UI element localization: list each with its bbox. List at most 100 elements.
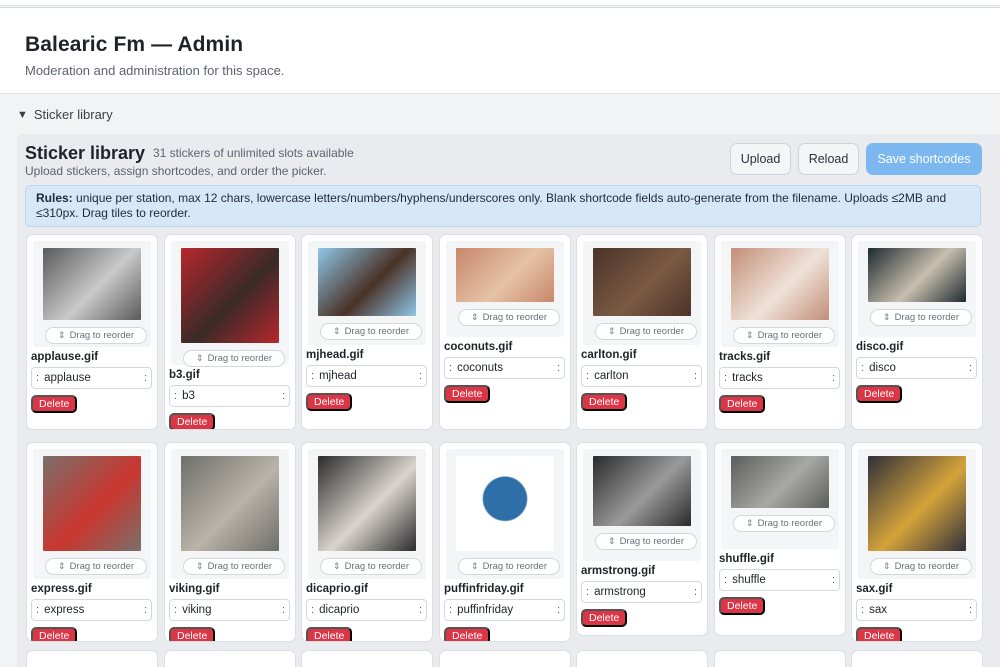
shortcode-input[interactable]: : applause: <box>31 367 152 389</box>
drag-handle[interactable]: ⇕ Drag to reorder <box>320 558 422 575</box>
sticker-card[interactable]: ⇕ Drag to reorder mjhead.gif: mjhead: Delete <box>301 234 433 430</box>
drag-handle[interactable]: ⇕ Drag to reorder <box>320 323 422 340</box>
delete-button[interactable]: Delete <box>581 393 628 411</box>
sticker-card[interactable] <box>851 650 983 667</box>
rules-text: unique per station, max 12 chars, lowerc… <box>36 191 947 220</box>
shortcode-value: viking <box>182 604 212 616</box>
sticker-library-toggle[interactable]: ▼ Sticker library <box>17 107 113 122</box>
drag-handle[interactable]: ⇕ Drag to reorder <box>733 327 835 344</box>
shortcode-suffix-colon: : <box>418 604 422 616</box>
page-header: Balearic Fm — Admin Moderation and admin… <box>0 8 1000 94</box>
sticker-card[interactable]: ⇕ Drag to reorder applause.gif: applause: De… <box>26 234 158 430</box>
drag-handle-label: Drag to reorder <box>619 536 684 547</box>
shortcode-suffix-colon: : <box>418 370 422 382</box>
shortcode-input[interactable]: : puffinfriday: <box>444 599 565 621</box>
drag-handle[interactable]: ⇕ Drag to reorder <box>45 327 147 344</box>
shortcode-input[interactable]: : carlton: <box>581 365 702 387</box>
sticker-card[interactable] <box>164 650 296 667</box>
shortcode-input[interactable]: : mjhead: <box>306 365 427 387</box>
sticker-filename: shuffle.gif <box>719 553 774 565</box>
shortcode-suffix-colon: : <box>143 372 147 384</box>
drag-handle[interactable]: ⇕ Drag to reorder <box>458 309 560 326</box>
delete-button[interactable]: Delete <box>444 627 491 641</box>
shortcode-suffix-colon: : <box>693 370 697 382</box>
sticker-image <box>318 456 416 551</box>
drag-handle[interactable]: ⇕ Drag to reorder <box>870 558 972 575</box>
sticker-filename: puffinfriday.gif <box>444 583 524 595</box>
shortcode-value: shuffle <box>732 574 766 586</box>
sticker-card[interactable] <box>26 650 158 667</box>
delete-button[interactable]: Delete <box>719 395 766 413</box>
shortcode-value: sax <box>869 604 887 616</box>
sticker-card[interactable] <box>576 650 708 667</box>
delete-button[interactable]: Delete <box>169 413 216 429</box>
delete-button[interactable]: Delete <box>306 393 353 411</box>
shortcode-prefix-colon: : <box>36 372 40 384</box>
drag-handle-label: Drag to reorder <box>69 330 134 341</box>
drag-handle[interactable]: ⇕ Drag to reorder <box>595 323 697 340</box>
drag-handle-label: Drag to reorder <box>619 326 684 337</box>
sticker-image <box>593 248 691 316</box>
sticker-preview: ⇕ Drag to reorder <box>308 241 426 345</box>
shortcode-input[interactable]: : express: <box>31 599 152 621</box>
sticker-card[interactable]: ⇕ Drag to reorder express.gif: express: Dele… <box>26 442 158 642</box>
delete-button[interactable]: Delete <box>856 385 903 403</box>
drag-handle[interactable]: ⇕ Drag to reorder <box>595 533 697 550</box>
drag-handle[interactable]: ⇕ Drag to reorder <box>870 309 972 326</box>
shortcode-input[interactable]: : sax: <box>856 599 977 621</box>
shortcode-prefix-colon: : <box>311 370 315 382</box>
reload-button[interactable]: Reload <box>798 143 859 175</box>
shortcode-suffix-colon: : <box>968 604 972 616</box>
shortcode-value: mjhead <box>319 370 357 382</box>
sticker-card[interactable]: ⇕ Drag to reorder b3.gif: b3: Delete <box>164 234 296 430</box>
delete-button[interactable]: Delete <box>719 597 766 615</box>
sticker-image <box>43 248 141 320</box>
drag-handle[interactable]: ⇕ Drag to reorder <box>45 558 147 575</box>
sticker-library-toggle-label: Sticker library <box>33 107 113 122</box>
shortcode-input[interactable]: : armstrong: <box>581 581 702 603</box>
drag-handle-label: Drag to reorder <box>894 312 959 323</box>
sticker-card[interactable]: ⇕ Drag to reorder armstrong.gif: armstrong:… <box>576 442 708 636</box>
sticker-card[interactable]: ⇕ Drag to reorder tracks.gif: tracks: Delete <box>714 234 846 430</box>
sticker-card[interactable] <box>439 650 571 667</box>
sticker-card[interactable] <box>301 650 433 667</box>
shortcode-input[interactable]: : dicaprio: <box>306 599 427 621</box>
drag-handle[interactable]: ⇕ Drag to reorder <box>458 558 560 575</box>
shortcode-input[interactable]: : coconuts: <box>444 357 565 379</box>
sticker-image <box>43 456 141 551</box>
shortcode-input[interactable]: : b3: <box>169 385 290 407</box>
sticker-card[interactable]: ⇕ Drag to reorder puffinfriday.gif : puffinf… <box>439 442 571 642</box>
sticker-filename: applause.gif <box>31 351 99 363</box>
shortcode-input[interactable]: : disco: <box>856 357 977 379</box>
delete-button[interactable]: Delete <box>581 609 628 627</box>
drag-handle-label: Drag to reorder <box>207 561 272 572</box>
sticker-card[interactable]: ⇕ Drag to reorder coconuts.gif: coconuts: De… <box>439 234 571 430</box>
drag-handle-icon: ⇕ <box>471 561 479 571</box>
delete-button[interactable]: Delete <box>31 627 78 641</box>
sticker-card[interactable] <box>714 650 846 667</box>
delete-button[interactable]: Delete <box>169 627 216 641</box>
sticker-card[interactable]: ⇕ Drag to reorder carlton.gif: carlton: Dele… <box>576 234 708 430</box>
shortcode-value: applause <box>44 372 91 384</box>
drag-handle[interactable]: ⇕ Drag to reorder <box>183 350 285 367</box>
drag-handle[interactable]: ⇕ Drag to reorder <box>183 558 285 575</box>
triangle-down-icon: ▼ <box>17 108 28 121</box>
shortcode-value: tracks <box>732 372 763 384</box>
sticker-image <box>593 456 691 526</box>
delete-button[interactable]: Delete <box>31 395 78 413</box>
shortcode-input[interactable]: : tracks: <box>719 367 840 389</box>
shortcode-input[interactable]: : shuffle: <box>719 569 840 591</box>
sticker-card[interactable]: ⇕ Drag to reorder disco.gif: disco: Delete <box>851 234 983 430</box>
save-shortcodes-button[interactable]: Save shortcodes <box>866 143 982 175</box>
sticker-card[interactable]: ⇕ Drag to reorder dicaprio.gif: dicaprio: De… <box>301 442 433 642</box>
delete-button[interactable]: Delete <box>856 627 903 641</box>
sticker-card[interactable]: ⇕ Drag to reorder sax.gif: sax: Delete <box>851 442 983 642</box>
sticker-image <box>456 248 554 302</box>
drag-handle[interactable]: ⇕ Drag to reorder <box>733 515 835 532</box>
shortcode-input[interactable]: : viking: <box>169 599 290 621</box>
delete-button[interactable]: Delete <box>444 385 491 403</box>
upload-button[interactable]: Upload <box>730 143 791 175</box>
sticker-card[interactable]: ⇕ Drag to reorder viking.gif: viking: Delete <box>164 442 296 642</box>
sticker-card[interactable]: ⇕ Drag to reorder shuffle.gif : shuffle: Dele… <box>714 442 846 636</box>
delete-button[interactable]: Delete <box>306 627 353 641</box>
